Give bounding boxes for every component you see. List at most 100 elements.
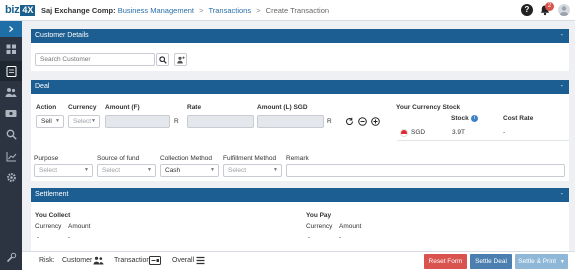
collection-method-select[interactable]: Cash ▼ — [160, 164, 219, 177]
info-icon[interactable]: i — [471, 115, 478, 122]
settlement-header[interactable]: Settlement - — [31, 188, 569, 202]
stock-currency: SGD — [411, 129, 426, 136]
transaction-icon[interactable] — [149, 256, 161, 267]
currency-label: Currency — [68, 104, 97, 111]
search-button[interactable] — [156, 53, 169, 66]
settlement-title: Settlement — [35, 191, 69, 198]
settings-icon[interactable] — [0, 167, 22, 187]
customers-icon[interactable] — [93, 256, 104, 267]
amount-l-label: Amount (L) SGD — [257, 104, 308, 111]
chevron-down-icon: ▼ — [91, 118, 96, 124]
biz4x-logo[interactable]: biz 4X — [5, 3, 36, 17]
pay-currency-value: - — [308, 234, 311, 241]
sidebar — [0, 21, 22, 270]
collect-currency-header: Currency — [35, 223, 62, 230]
risk-overall-label[interactable]: Overall — [172, 257, 194, 264]
fulfillment-method-value: Select — [228, 167, 247, 174]
settle-print-label: Settle & Print — [518, 258, 557, 265]
pay-amount-value: - — [339, 234, 342, 241]
source-of-fund-value: Select — [102, 167, 121, 174]
collect-amount-value: - — [68, 234, 71, 241]
collect-amount-header: Amount — [68, 223, 91, 230]
source-of-fund-label: Source of fund — [97, 155, 140, 162]
breadcrumb-business-management[interactable]: Business Management — [118, 6, 194, 15]
collapse-icon[interactable]: - — [561, 29, 563, 43]
breadcrumb-transactions[interactable]: Transactions — [208, 6, 251, 15]
source-of-fund-select[interactable]: Select ▼ — [97, 164, 156, 177]
purpose-label: Purpose — [34, 155, 59, 162]
search-icon[interactable] — [0, 124, 22, 144]
purpose-select[interactable]: Select ▼ — [34, 164, 93, 177]
avatar[interactable] — [558, 4, 570, 16]
add-user-icon — [177, 56, 185, 63]
help-icon[interactable]: ? — [521, 4, 533, 16]
minus-circle-icon[interactable] — [358, 117, 367, 126]
customers-icon[interactable] — [0, 82, 22, 102]
currency-value: Select — [73, 118, 92, 125]
amount-f-input[interactable] — [105, 115, 170, 128]
add-customer-button[interactable] — [174, 53, 187, 66]
action-value: Sell — [41, 118, 52, 125]
logo-text: biz — [5, 4, 20, 16]
your-currency-stock-title: Your Currency Stock — [396, 104, 461, 111]
customer-details-title: Customer Details — [35, 32, 89, 39]
collection-method-label: Collection Method — [160, 155, 213, 162]
tools-icon[interactable] — [0, 247, 22, 267]
fulfillment-method-select[interactable]: Select ▼ — [223, 164, 282, 177]
purpose-value: Select — [39, 167, 58, 174]
top-bar: biz 4X Saj Exchange Comp: Business Manage… — [0, 0, 575, 21]
collection-method-value: Cash — [165, 167, 181, 174]
risk-transaction-label[interactable]: Transaction — [114, 257, 150, 264]
rate-input[interactable] — [187, 115, 254, 128]
stock-cost-rate: - — [503, 129, 506, 136]
chevron-down-icon: ▼ — [273, 167, 278, 173]
customer-details-panel: Customer Details - — [31, 29, 569, 71]
r-label: R — [327, 118, 332, 125]
r-label: R — [174, 118, 179, 125]
reset-icon[interactable] — [345, 117, 354, 126]
deal-title: Deal — [35, 83, 50, 90]
cost-rate-column-header: Cost Rate — [503, 115, 534, 122]
reset-form-button[interactable]: Reset Form — [424, 254, 467, 269]
remark-label: Remark — [286, 155, 309, 162]
customer-details-header[interactable]: Customer Details - — [31, 29, 569, 43]
list-icon[interactable] — [196, 256, 205, 267]
chevron-down-icon: ▼ — [559, 259, 565, 265]
collapse-icon[interactable]: - — [561, 188, 563, 202]
notification-badge: 2 — [545, 2, 554, 11]
collapse-icon[interactable]: - — [561, 80, 563, 94]
breadcrumb-company: Saj Exchange Comp: — [41, 6, 116, 15]
action-select[interactable]: Sell ▼ — [36, 115, 64, 128]
pay-currency-header: Currency — [306, 223, 333, 230]
dashboard-icon[interactable] — [0, 39, 22, 59]
footer-bar: Risk: Customer Transaction Overall Reset… — [22, 251, 575, 270]
stock-row: SGD 3.9T - — [397, 127, 569, 141]
search-customer-input[interactable] — [35, 53, 155, 66]
money-icon[interactable] — [0, 103, 22, 123]
deal-header[interactable]: Deal - — [31, 80, 569, 94]
fulfillment-method-label: Fulfillment Method — [223, 155, 277, 162]
collect-currency-value: - — [37, 234, 40, 241]
chevron-down-icon: ▼ — [210, 167, 215, 173]
currency-select[interactable]: Select ▼ — [68, 115, 100, 128]
transaction-icon[interactable] — [0, 61, 22, 81]
stock-column-header: Stock — [451, 115, 469, 122]
settle-print-button[interactable]: Settle & Print ▼ — [515, 254, 568, 269]
breadcrumb-current: Create Transaction — [265, 6, 330, 15]
risk-customer-label[interactable]: Customer — [62, 257, 92, 264]
you-collect-title: You Collect — [35, 212, 71, 219]
rate-label: Rate — [187, 104, 202, 111]
reports-icon[interactable] — [0, 146, 22, 166]
settle-deal-button[interactable]: Settle Deal — [470, 254, 512, 269]
chevron-down-icon: ▼ — [147, 167, 152, 173]
plus-circle-icon[interactable] — [371, 117, 380, 126]
action-label: Action — [36, 104, 57, 111]
singapore-flag-icon — [400, 129, 408, 137]
remark-input[interactable] — [286, 164, 565, 177]
amount-f-label: Amount (F) — [105, 104, 140, 111]
menu-toggle-icon[interactable] — [0, 21, 22, 37]
you-pay-title: You Pay — [306, 212, 332, 219]
breadcrumb: Saj Exchange Comp: Business Management >… — [41, 6, 329, 15]
amount-l-input[interactable] — [257, 115, 324, 128]
pay-amount-header: Amount — [339, 223, 362, 230]
